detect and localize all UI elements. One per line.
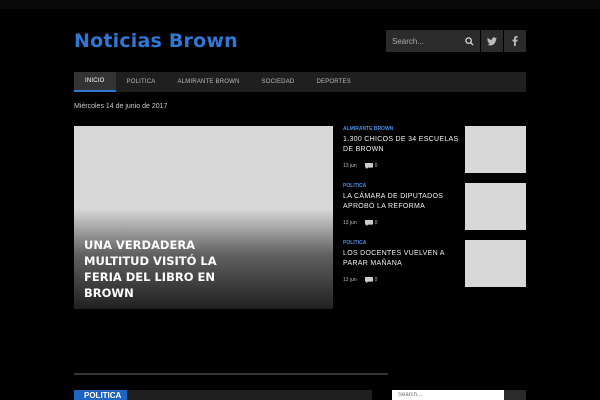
twitter-button[interactable] bbox=[481, 30, 503, 52]
facebook-icon bbox=[512, 36, 518, 46]
nav-item-inicio[interactable]: INICIO bbox=[74, 72, 116, 92]
featured-title[interactable]: Una verdadera multitud visitó la feria d… bbox=[84, 237, 234, 301]
post-category[interactable]: POLITICA bbox=[343, 240, 366, 246]
nav-item-almirante-brown[interactable]: ALMIRANTE BROWN bbox=[167, 72, 251, 92]
search-input[interactable] bbox=[386, 30, 458, 52]
side-post[interactable]: POLITICA LOS DOCENTES VUELVEN A PARAR MA… bbox=[343, 240, 526, 287]
post-date: 13 jun bbox=[343, 220, 357, 226]
post-thumbnail[interactable] bbox=[465, 126, 526, 173]
post-title[interactable]: 1.300 CHICOS DE 34 ESCUELAS DE BROWN bbox=[343, 135, 459, 155]
post-meta: 13 jun 0 bbox=[343, 163, 377, 169]
post-comments[interactable]: 0 bbox=[364, 163, 378, 169]
side-post[interactable]: POLITICA LA CÁMARA DE DIPUTADOS APROBÓ L… bbox=[343, 183, 526, 230]
top-strip bbox=[0, 0, 600, 9]
twitter-icon bbox=[487, 36, 497, 45]
search-icon[interactable] bbox=[458, 30, 480, 52]
featured-post[interactable]: Una verdadera multitud visitó la feria d… bbox=[74, 126, 333, 309]
nav-item-deportes[interactable]: DEPORTES bbox=[305, 72, 362, 92]
facebook-button[interactable] bbox=[504, 30, 526, 52]
comment-icon bbox=[364, 163, 373, 169]
comment-count: 0 bbox=[374, 220, 378, 226]
post-comments[interactable]: 0 bbox=[364, 277, 378, 283]
nav-item-politica[interactable]: POLITICA bbox=[116, 72, 167, 92]
post-meta: 13 jun 0 bbox=[343, 277, 377, 283]
side-post[interactable]: ALMIRANTE BROWN 1.300 CHICOS DE 34 ESCUE… bbox=[343, 126, 526, 173]
post-title[interactable]: LOS DOCENTES VUELVEN A PARAR MAÑANA bbox=[343, 249, 459, 269]
post-date: 13 jun bbox=[343, 277, 357, 283]
post-meta: 13 jun 0 bbox=[343, 220, 377, 226]
comment-count: 0 bbox=[374, 163, 378, 169]
header-search bbox=[386, 30, 480, 52]
post-category[interactable]: ALMIRANTE BROWN bbox=[343, 126, 393, 132]
post-thumbnail[interactable] bbox=[465, 240, 526, 287]
section-label[interactable]: POLITICA bbox=[74, 390, 128, 400]
sidebar-search-button[interactable] bbox=[504, 390, 526, 400]
comment-icon bbox=[364, 220, 373, 226]
comment-icon bbox=[364, 277, 373, 283]
nav-item-sociedad[interactable]: SOCIEDAD bbox=[251, 72, 306, 92]
post-comments[interactable]: 0 bbox=[364, 220, 378, 226]
post-title[interactable]: LA CÁMARA DE DIPUTADOS APROBÓ LA REFORMA bbox=[343, 192, 459, 212]
site-logo[interactable]: Noticias Brown bbox=[74, 30, 238, 52]
post-date: 13 jun bbox=[343, 163, 357, 169]
post-thumbnail[interactable] bbox=[465, 183, 526, 230]
section-header-politica: POLITICA bbox=[74, 390, 372, 400]
post-category[interactable]: POLITICA bbox=[343, 183, 366, 189]
sidebar-search bbox=[392, 390, 526, 400]
main-nav: INICIO POLITICA ALMIRANTE BROWN SOCIEDAD… bbox=[74, 72, 526, 92]
section-divider bbox=[74, 373, 388, 375]
sidebar-search-input[interactable] bbox=[392, 390, 504, 400]
current-date: Miércoles 14 de junio de 2017 bbox=[74, 103, 168, 110]
comment-count: 0 bbox=[374, 277, 378, 283]
